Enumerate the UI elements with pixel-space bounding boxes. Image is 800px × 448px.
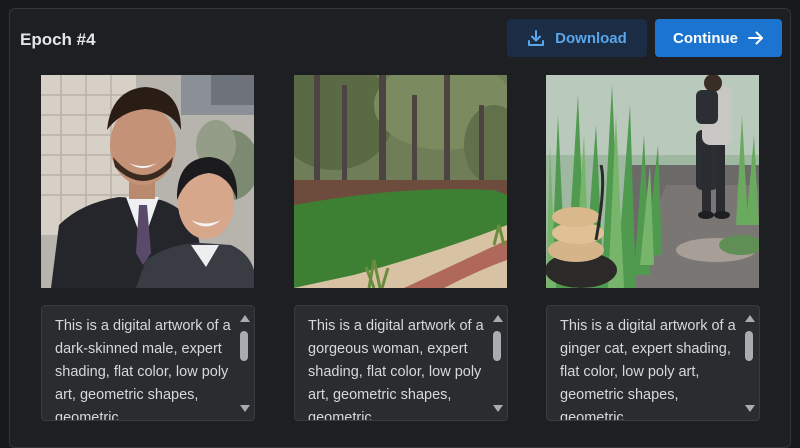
generated-image-1[interactable] — [41, 75, 254, 288]
continue-label: Continue — [673, 29, 738, 47]
scroll-down-icon[interactable] — [493, 405, 503, 412]
generated-image-3[interactable] — [546, 75, 759, 288]
download-label: Download — [555, 29, 627, 47]
epoch-panel: Epoch #4 Download Continue This is a dig… — [9, 8, 791, 448]
continue-button[interactable]: Continue — [655, 19, 782, 57]
scrollbar-thumb[interactable] — [240, 331, 248, 361]
caption-text-1: This is a digital artwork of a dark-skin… — [55, 318, 231, 421]
generated-image-2[interactable] — [294, 75, 507, 288]
caption-text-3: This is a digital artwork of a ginger ca… — [560, 318, 736, 421]
scroll-up-icon[interactable] — [240, 315, 250, 322]
scroll-up-icon[interactable] — [493, 315, 503, 322]
arrow-right-icon — [747, 30, 764, 46]
caption-box-3[interactable]: This is a digital artwork of a ginger ca… — [546, 305, 760, 421]
scrollbar-thumb[interactable] — [493, 331, 501, 361]
scroll-down-icon[interactable] — [745, 405, 755, 412]
scrollbar-thumb[interactable] — [745, 331, 753, 361]
caption-scrollbar-2[interactable] — [489, 306, 507, 420]
caption-scrollbar-1[interactable] — [236, 306, 254, 420]
caption-scrollbar-3[interactable] — [741, 306, 759, 420]
download-icon — [527, 29, 545, 47]
download-button[interactable]: Download — [507, 19, 647, 57]
scroll-down-icon[interactable] — [240, 405, 250, 412]
scroll-up-icon[interactable] — [745, 315, 755, 322]
caption-box-2[interactable]: This is a digital artwork of a gorgeous … — [294, 305, 508, 421]
caption-text-2: This is a digital artwork of a gorgeous … — [308, 318, 484, 421]
caption-box-1[interactable]: This is a digital artwork of a dark-skin… — [41, 305, 255, 421]
epoch-title: Epoch #4 — [20, 30, 96, 49]
